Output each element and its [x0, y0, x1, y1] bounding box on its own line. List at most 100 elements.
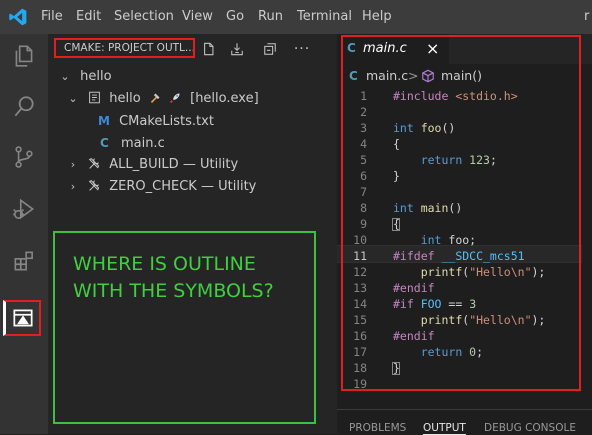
code-token: #if — [393, 297, 421, 311]
line-number: 9 — [360, 217, 367, 231]
menu-edit[interactable]: Edit — [76, 9, 101, 24]
line-number: 13 — [353, 281, 367, 295]
code-line: #endif — [393, 329, 435, 343]
cmake-icon — [12, 309, 33, 327]
menu-selection[interactable]: Selection — [114, 9, 174, 24]
code-token: #endif — [393, 281, 435, 295]
code-token: #include — [393, 89, 456, 103]
code-line: return 0; — [393, 345, 483, 359]
tab-label: main.c — [363, 41, 407, 56]
menu-run[interactable]: Run — [258, 9, 283, 24]
code-token: return — [420, 153, 470, 167]
code-token: FOO — [420, 297, 442, 311]
menu-go[interactable]: Go — [226, 9, 244, 24]
code-token: { — [393, 137, 400, 151]
tools-icon — [88, 179, 100, 191]
breadcrumb-file[interactable]: main.c — [366, 65, 408, 87]
code-token: 3 — [469, 297, 477, 311]
search-button[interactable] — [7, 90, 41, 124]
close-icon[interactable]: × — [426, 39, 439, 58]
chevron-right-icon: › — [70, 158, 76, 171]
code-line: return 123; — [393, 153, 497, 167]
build-button[interactable] — [228, 40, 246, 58]
annotation-text: WHERE IS OUTLINE WITH THE SYMBOLS? — [73, 253, 274, 302]
extensions-icon — [14, 251, 33, 271]
panel-tab-problems[interactable]: PROBLEMS — [349, 422, 406, 434]
sidebar-header: CMAKE: PROJECT OUTL... ··· — [48, 34, 337, 64]
editor-tab-bar: C main.c × — [337, 34, 592, 64]
hammer-icon — [150, 93, 160, 103]
run-debug-button[interactable] — [7, 192, 41, 226]
code-token: == — [441, 297, 470, 311]
cmake-button[interactable] — [3, 300, 41, 336]
c-file-icon: C — [349, 69, 358, 83]
extensions-button[interactable] — [7, 244, 41, 278]
line-number: 2 — [360, 105, 367, 119]
code-token: ; — [489, 153, 497, 167]
bracket-match-indicator — [392, 362, 400, 375]
code-token: <stdio.h> — [455, 89, 518, 103]
code-token: int — [393, 201, 421, 215]
source-control-button[interactable] — [7, 140, 41, 174]
tree-item-label: main.c — [120, 136, 165, 151]
tree-item-label: hello — [80, 69, 112, 84]
chevron-down-icon: ⌄ — [68, 92, 78, 105]
more-actions-button[interactable]: ··· — [293, 40, 311, 58]
tree-item-main-c[interactable]: C main.c — [100, 132, 165, 154]
code-token: foo; — [448, 233, 477, 247]
code-token: ); — [531, 265, 546, 279]
menu-view[interactable]: View — [182, 9, 213, 24]
menu-help[interactable]: Help — [362, 9, 392, 24]
line-number: 7 — [360, 185, 367, 199]
line-number: 11 — [353, 249, 367, 263]
tree-item-zero-check[interactable]: › ZERO_CHECK — Utility — [66, 176, 257, 198]
code-line: int foo; — [393, 233, 476, 247]
code-token: ; — [476, 345, 484, 359]
code-token: foo — [420, 121, 442, 135]
sidebar-title: CMAKE: PROJECT OUTL... — [54, 38, 195, 58]
panel-tab-debug-console[interactable]: DEBUG CONSOLE — [484, 422, 576, 434]
line-number: 12 — [353, 265, 367, 279]
code-token: #ifdef — [393, 249, 442, 263]
c-file-icon: C — [100, 136, 109, 150]
code-token: main — [420, 201, 449, 215]
collapse-all-button[interactable] — [261, 40, 279, 58]
code-token: return — [420, 345, 470, 359]
tree-item-label: ZERO_CHECK — [109, 179, 197, 194]
tree-item-root[interactable]: ⌄ hello — [58, 66, 112, 88]
code-token: "Hello\n" — [469, 313, 532, 327]
sidebar: CMAKE: PROJECT OUTL... ··· ⌄ hello ⌄ hel… — [48, 34, 337, 434]
tree-item-separator: — — [182, 157, 196, 172]
menu-terminal[interactable]: Terminal — [297, 9, 352, 24]
code-token: () — [448, 201, 463, 215]
code-line: #endif — [393, 281, 435, 295]
panel-tab-output[interactable]: OUTPUT — [423, 422, 466, 435]
cmake-file-icon: M — [98, 114, 110, 128]
search-icon — [14, 96, 34, 117]
tree-item-cmakelists[interactable]: M CMakeLists.txt — [98, 110, 214, 132]
tree-item-project[interactable]: ⌄ hello [hello.exe] — [66, 88, 259, 110]
line-number: 19 — [353, 377, 367, 391]
line-number: 4 — [360, 137, 367, 151]
breadcrumb-symbol[interactable]: main() — [441, 65, 482, 87]
breadcrumb: C main.c > main() — [337, 65, 592, 87]
tab-main-c[interactable]: C main.c × — [337, 34, 449, 64]
new-file-button[interactable] — [200, 40, 218, 58]
code-token: } — [393, 169, 400, 183]
line-number: 14 — [353, 297, 367, 311]
tree-item-kind: Utility — [199, 157, 239, 172]
menu-file[interactable]: File — [41, 9, 63, 24]
bracket-match-indicator — [392, 218, 400, 231]
tree-item-separator: — — [200, 179, 214, 194]
code-line: #include <stdio.h> — [393, 89, 518, 103]
tree-item-all-build[interactable]: › ALL_BUILD — Utility — [66, 154, 238, 176]
menu-bar: File Edit Selection View Go Run Terminal… — [0, 0, 592, 34]
c-file-icon: C — [347, 41, 356, 55]
code-token: printf — [420, 265, 463, 279]
tree-item-kind: Utility — [218, 179, 257, 194]
project-icon — [89, 91, 101, 104]
editor: C main.c × C main.c > main() 1 #include <… — [337, 34, 592, 409]
chevron-right-icon: › — [70, 180, 76, 193]
explorer-button[interactable] — [7, 39, 41, 73]
tree-item-target: [hello.exe] — [190, 91, 259, 106]
